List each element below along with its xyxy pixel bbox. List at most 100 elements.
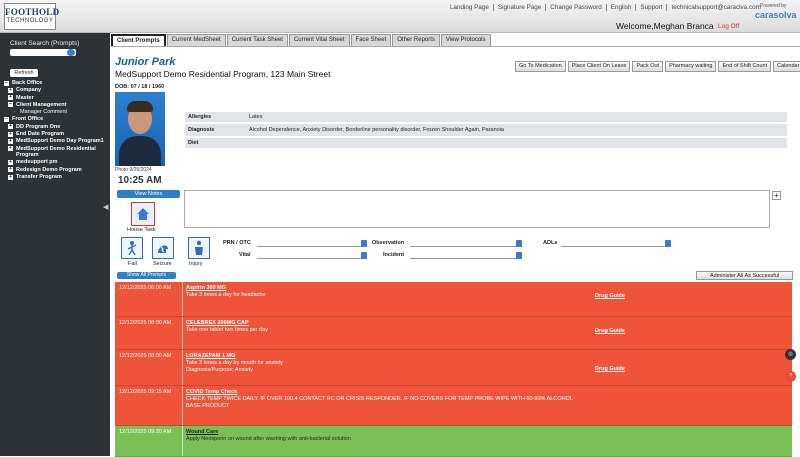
expand-icon[interactable]: + — [8, 146, 13, 152]
tab-current-task-sheet[interactable]: Current Task Sheet — [226, 34, 288, 46]
expand-icon[interactable]: + — [8, 174, 13, 180]
expand-icon[interactable]: + — [8, 124, 13, 130]
tree-node[interactable]: − Back Office — [4, 80, 108, 87]
collapse-sidebar-icon[interactable]: ◀ — [103, 203, 108, 211]
expand-icon[interactable]: + — [8, 138, 13, 144]
link-change-password[interactable]: Change Password — [546, 4, 607, 11]
link-signature-page[interactable]: Signature Page — [494, 4, 547, 11]
observation-select[interactable] — [410, 240, 522, 247]
task-row[interactable]: 12/12/2025 08:00 AM LORAZEPAM 1 MG Take … — [115, 350, 792, 386]
tree-node[interactable]: + medsupport pm — [4, 159, 108, 166]
collapse-icon[interactable]: − — [4, 80, 9, 86]
task-title[interactable]: LORAZEPAM 1 MG — [186, 353, 283, 360]
view-notes-button[interactable]: View Notes — [117, 190, 180, 198]
task-body: CELEBREX 200MG CAP Take one tablet two t… — [186, 320, 268, 334]
task-time: 12/12/2025 06:00 AM — [115, 282, 183, 316]
task-body: Wound Care Apply Neosporin on wound afte… — [186, 429, 351, 443]
tab-view-protocols[interactable]: View Protocols — [440, 34, 491, 46]
house-task-button[interactable] — [131, 202, 155, 226]
collapse-icon[interactable]: − — [8, 102, 13, 108]
vital-label: Vital — [239, 252, 251, 258]
tree-node[interactable]: + End Date Program — [4, 131, 108, 138]
vital-select[interactable] — [257, 252, 367, 259]
notes-textarea[interactable] — [184, 190, 770, 228]
logo-line1: FOOTHOLD — [5, 7, 60, 17]
expand-icon[interactable]: + — [8, 87, 13, 93]
injury-button[interactable] — [188, 237, 210, 259]
chevron-down-icon[interactable] — [361, 252, 367, 259]
logoff-link[interactable]: Log Off — [718, 23, 739, 30]
task-title[interactable]: COVID Temp Check — [186, 389, 573, 396]
task-row[interactable]: 12/12/2025 06:00 AM Aspirin 300 MG Take … — [115, 282, 792, 317]
pack-out-button[interactable]: Pack Out — [632, 61, 664, 72]
chat-icon[interactable]: ◎ — [785, 349, 796, 360]
tree-node[interactable]: − Front Office — [4, 116, 108, 123]
expand-icon[interactable]: + — [8, 159, 13, 165]
tree-node[interactable]: · Manager Comment — [4, 109, 108, 116]
chevron-down-icon[interactable] — [516, 252, 522, 259]
fall-icon — [127, 241, 137, 256]
chevron-down-icon[interactable] — [516, 240, 522, 247]
tree-node[interactable]: + Redesign Demo Program — [4, 167, 108, 174]
drug-guide-link[interactable]: Drug Guide — [595, 328, 625, 334]
add-note-button[interactable]: + — [772, 191, 781, 200]
collapse-icon[interactable]: − — [4, 116, 9, 122]
seizure-button[interactable] — [152, 237, 174, 259]
adls-select[interactable] — [561, 240, 671, 247]
task-row[interactable]: 12/12/2025 09:30 AM Wound Care Apply Neo… — [115, 426, 792, 457]
top-links: Landing Page Signature Page Change Passw… — [446, 4, 765, 11]
pharmacy-waiting-button[interactable]: Pharmacy waiting — [665, 61, 717, 72]
tab-current-vital-sheet[interactable]: Current Vital Sheet — [288, 34, 350, 46]
tree-node[interactable]: + Transfer Program — [4, 174, 108, 181]
task-title[interactable]: Wound Care — [186, 429, 351, 436]
tree-node[interactable]: + MedSupport Demo Residential Program — [4, 146, 108, 159]
incident-select[interactable] — [410, 252, 522, 259]
chevron-down-icon[interactable] — [361, 240, 367, 247]
tab-face-sheet[interactable]: Face Sheet — [350, 34, 392, 46]
tree-node[interactable]: + MedSupport Demo Day Program1 — [4, 138, 108, 145]
tree-node[interactable]: + Company — [4, 87, 108, 94]
incident-label: Incident — [383, 252, 405, 258]
drug-guide-link[interactable]: Drug Guide — [595, 293, 625, 299]
leaf-icon: · — [13, 108, 16, 115]
link-landing-page[interactable]: Landing Page — [446, 4, 494, 11]
tab-other-reports[interactable]: Other Reports — [392, 34, 440, 46]
tab-client-prompts[interactable]: Client Prompts — [111, 34, 166, 46]
client-program: MedSupport Demo Residential Program, 123… — [115, 69, 331, 79]
seizure-icon — [158, 245, 168, 253]
task-row[interactable]: 12/12/2025 09:15 AM COVID Temp Check CHE… — [115, 386, 792, 426]
fall-button[interactable] — [121, 237, 143, 259]
search-dropdown-icon[interactable] — [67, 49, 75, 56]
chevron-down-icon[interactable] — [665, 240, 671, 247]
link-support-email[interactable]: technicalsupport@caraclva.com — [667, 4, 764, 11]
task-title[interactable]: Aspirin 300 MG — [186, 285, 266, 292]
expand-icon[interactable]: + — [8, 131, 13, 137]
client-prompts-panel: Junior Park MedSupport Demo Residential … — [111, 46, 800, 457]
show-all-prompts-button[interactable]: Show All Prompts — [117, 272, 176, 279]
task-row[interactable]: 12/12/2025 08:00 AM CELEBREX 200MG CAP T… — [115, 317, 792, 350]
calendar-button[interactable]: Calendar — [773, 61, 800, 72]
tree-node[interactable]: − Client Management — [4, 102, 108, 109]
current-time: 10:25 AM — [118, 175, 162, 186]
help-icon[interactable]: ? — [785, 371, 796, 382]
task-desc: Take 3 times a day for headache — [186, 292, 266, 298]
link-support[interactable]: Support — [636, 4, 668, 11]
task-desc: Diagnosis/Purpose: Anxiety — [186, 367, 253, 373]
task-title[interactable]: CELEBREX 200MG CAP — [186, 320, 268, 327]
tree-node[interactable]: + Master — [4, 95, 108, 102]
tree-node[interactable]: + DD Program One — [4, 124, 108, 131]
brand-logo: carasolva — [755, 10, 797, 20]
foothold-logo[interactable]: FOOTHOLD TECHNOLOGY — [4, 3, 60, 30]
tab-current-medsheet[interactable]: Current MedSheet — [166, 34, 226, 46]
go-to-medication-button[interactable]: Go To Medication — [515, 61, 566, 72]
refresh-button[interactable]: Refresh — [10, 69, 38, 77]
expand-icon[interactable]: + — [8, 95, 13, 101]
link-language[interactable]: English — [607, 4, 637, 11]
drug-guide-link[interactable]: Drug Guide — [595, 366, 625, 372]
end-of-shift-count-button[interactable]: End of Shift Count — [718, 61, 772, 72]
administer-all-button[interactable]: Administer All As Successful — [696, 271, 793, 280]
place-on-leave-button[interactable]: Place Client On Leave — [567, 61, 631, 72]
prn-otc-label: PRN / OTC — [223, 240, 251, 246]
prn-otc-select[interactable] — [257, 240, 367, 247]
expand-icon[interactable]: + — [8, 167, 13, 173]
